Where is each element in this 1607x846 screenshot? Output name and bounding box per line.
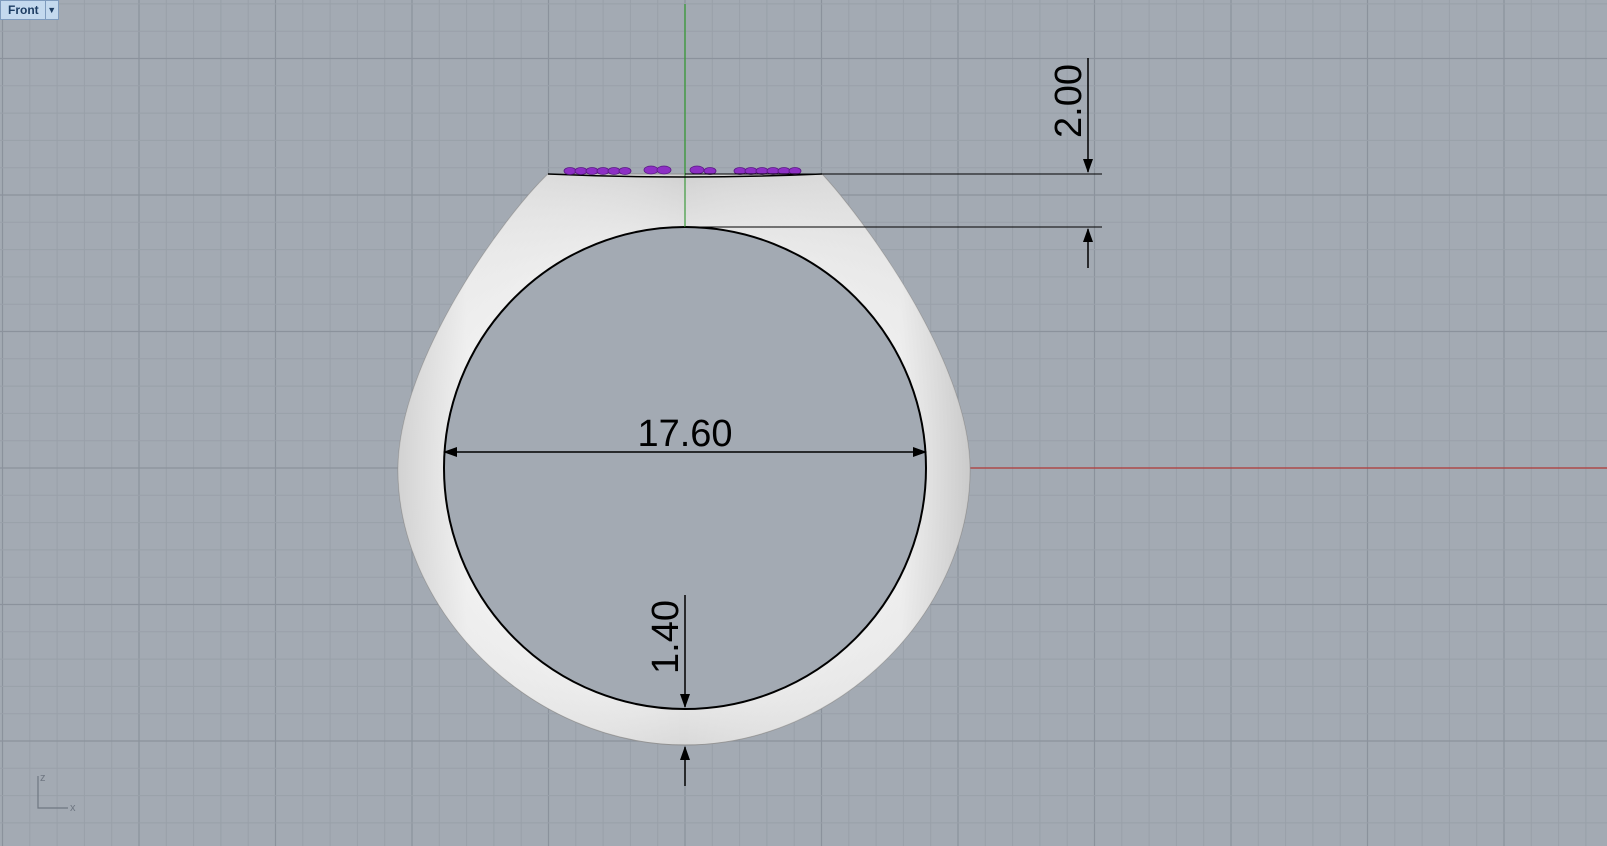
viewport-title[interactable]: Front <box>1 3 45 17</box>
top-thickness-dimension-text: 2.00 <box>1048 64 1090 138</box>
bottom-thickness-dimension-text: 1.40 <box>645 600 687 674</box>
front-viewport[interactable]: 17.60 2.00 1.40 z x Front ▼ <box>0 0 1607 846</box>
axis-z-label: z <box>40 772 46 784</box>
viewport-canvas[interactable]: 17.60 2.00 1.40 z x <box>0 0 1607 846</box>
axis-x-label: x <box>70 802 76 814</box>
diameter-dimension-text: 17.60 <box>637 413 732 455</box>
viewport-title-tab[interactable]: Front ▼ <box>0 0 59 20</box>
dropdown-triangle-icon[interactable]: ▼ <box>44 1 58 19</box>
